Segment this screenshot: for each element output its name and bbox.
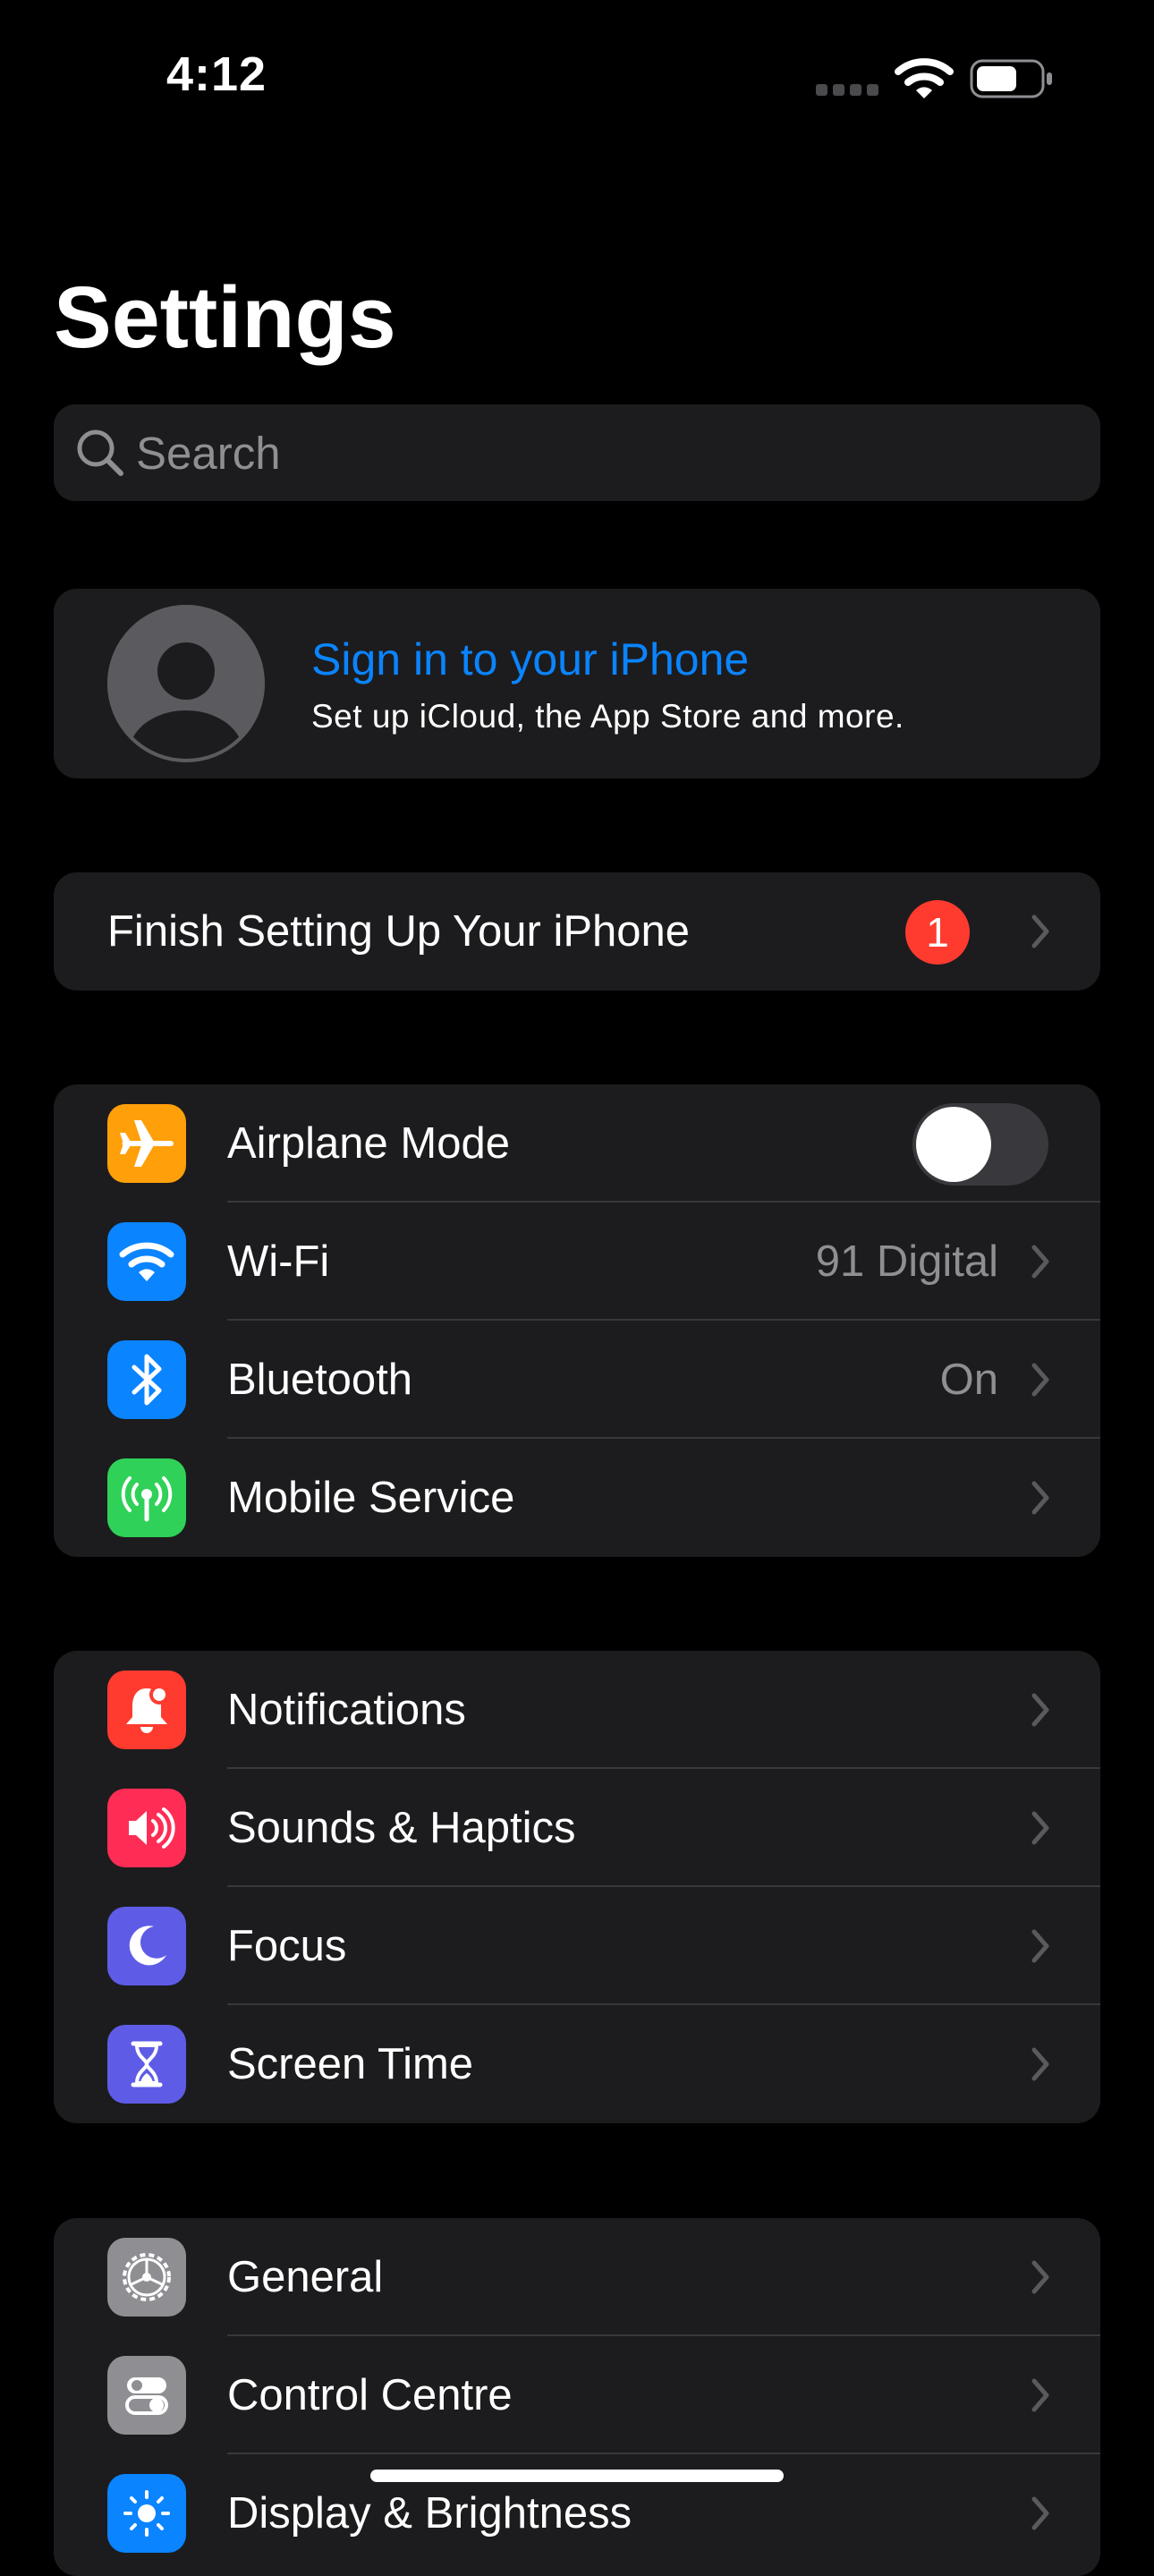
- finish-setup-label: Finish Setting Up Your iPhone: [107, 907, 691, 956]
- search-bar[interactable]: [54, 404, 1100, 501]
- page-title: Settings: [54, 268, 396, 366]
- search-input[interactable]: [136, 404, 1075, 501]
- settings-row-control-centre[interactable]: Control Centre: [54, 2336, 1100, 2454]
- settings-row-value: On: [939, 1356, 998, 1404]
- avatar-icon: [106, 603, 267, 764]
- chevron-right-icon: [1031, 2495, 1050, 2531]
- settings-row-bluetooth[interactable]: Bluetooth On: [54, 1321, 1100, 1439]
- settings-row-label: Sounds & Haptics: [227, 1804, 576, 1852]
- chevron-right-icon: [1031, 1362, 1050, 1398]
- chevron-right-icon: [1031, 1810, 1050, 1846]
- settings-row-wifi[interactable]: Wi-Fi 91 Digital: [54, 1203, 1100, 1321]
- settings-row-label: Mobile Service: [227, 1474, 515, 1522]
- bell-icon: [107, 1671, 186, 1749]
- settings-row-label: Airplane Mode: [227, 1119, 510, 1168]
- status-time: 4:12: [165, 47, 267, 101]
- wifi-status-icon: [895, 57, 954, 100]
- chevron-right-icon: [1031, 1928, 1050, 1964]
- sign-in-title[interactable]: Sign in to your iPhone: [311, 633, 749, 685]
- airplane-icon: [107, 1104, 186, 1183]
- sign-in-subtitle: Set up iCloud, the App Store and more.: [311, 698, 904, 735]
- speaker-icon: [107, 1789, 186, 1867]
- bluetooth-icon: [107, 1340, 186, 1419]
- hourglass-icon: [107, 2025, 186, 2104]
- switches-icon: [107, 2356, 186, 2435]
- settings-row-label: Notifications: [227, 1686, 466, 1734]
- settings-row-sounds-haptics[interactable]: Sounds & Haptics: [54, 1769, 1100, 1887]
- search-icon: [73, 426, 127, 480]
- general-group: General Control Centre Display & Brightn…: [54, 2218, 1100, 2576]
- settings-row-label: General: [227, 2253, 384, 2301]
- finish-setup-row[interactable]: Finish Setting Up Your iPhone 1: [54, 872, 1100, 990]
- settings-row-general[interactable]: General: [54, 2218, 1100, 2336]
- antenna-icon: [107, 1458, 186, 1537]
- airplane-mode-toggle[interactable]: [912, 1103, 1048, 1186]
- chevron-right-icon: [1031, 1692, 1050, 1728]
- cellular-signal-icon: [816, 84, 878, 97]
- settings-row-value: 91 Digital: [815, 1237, 998, 1286]
- sun-icon: [107, 2474, 186, 2553]
- chevron-right-icon: [1031, 1480, 1050, 1516]
- settings-row-label: Bluetooth: [227, 1356, 413, 1404]
- settings-row-label: Screen Time: [227, 2040, 474, 2088]
- chevron-right-icon: [1031, 914, 1050, 949]
- apple-account-card[interactable]: Sign in to your iPhone Set up iCloud, th…: [54, 589, 1100, 778]
- home-indicator[interactable]: [370, 2470, 784, 2482]
- moon-icon: [107, 1907, 186, 1985]
- chevron-right-icon: [1031, 2046, 1050, 2082]
- wifi-icon: [107, 1222, 186, 1301]
- settings-row-airplane-mode[interactable]: Airplane Mode: [54, 1084, 1100, 1203]
- notification-badge: 1: [905, 900, 970, 965]
- battery-icon: [970, 59, 1054, 98]
- settings-row-label: Focus: [227, 1922, 347, 1970]
- settings-row-label: Control Centre: [227, 2371, 513, 2419]
- settings-row-screen-time[interactable]: Screen Time: [54, 2005, 1100, 2123]
- connectivity-group: Airplane Mode Wi-Fi 91 Digital Bluetooth…: [54, 1084, 1100, 1557]
- chevron-right-icon: [1031, 1244, 1050, 1279]
- settings-row-notifications[interactable]: Notifications: [54, 1651, 1100, 1769]
- settings-row-label: Wi-Fi: [227, 1237, 330, 1286]
- chevron-right-icon: [1031, 2377, 1050, 2413]
- gear-icon: [107, 2238, 186, 2317]
- settings-row-mobile-service[interactable]: Mobile Service: [54, 1439, 1100, 1557]
- settings-row-focus[interactable]: Focus: [54, 1887, 1100, 2005]
- chevron-right-icon: [1031, 2259, 1050, 2295]
- notifications-group: Notifications Sounds & Haptics Focus Scr…: [54, 1651, 1100, 2123]
